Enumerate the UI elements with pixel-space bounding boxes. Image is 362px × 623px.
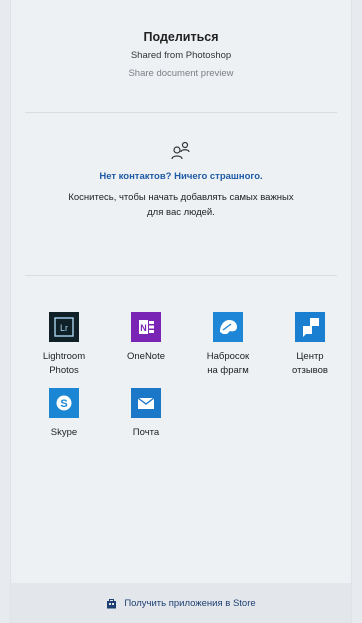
svg-text:N: N bbox=[140, 323, 147, 333]
app-lightroom-photos[interactable]: Lr Lightroom Photos bbox=[23, 312, 105, 378]
share-preview-link[interactable]: Share document preview bbox=[128, 68, 233, 79]
lightroom-icon: Lr bbox=[49, 312, 79, 342]
onenote-icon: N bbox=[131, 312, 161, 342]
app-label: Skype bbox=[23, 426, 105, 440]
apps-grid: Lr Lightroom Photos N OneNote Набросок н… bbox=[23, 312, 353, 440]
contacts-hint-line1: Коснитесь, чтобы начать добавлять самых … bbox=[68, 192, 294, 203]
app-mail[interactable]: Почта bbox=[105, 388, 187, 440]
contacts-hint-line2: для вас людей. bbox=[147, 207, 215, 218]
app-label: Центр отзывов bbox=[269, 350, 351, 378]
no-contacts-link[interactable]: Нет контактов? Ничего страшного. bbox=[11, 171, 351, 182]
snip-sketch-icon bbox=[213, 312, 243, 342]
divider-top bbox=[25, 112, 337, 113]
app-snip-sketch[interactable]: Набросок на фрагм bbox=[187, 312, 269, 378]
app-label-line2: на фрагм bbox=[207, 365, 249, 376]
share-panel: Поделиться Shared from Photoshop Share d… bbox=[10, 0, 352, 623]
store-icon bbox=[107, 598, 117, 608]
mail-icon bbox=[131, 388, 161, 418]
svg-text:S: S bbox=[60, 398, 67, 410]
share-subtitle: Shared from Photoshop bbox=[130, 50, 232, 61]
app-label: Набросок на фрагм bbox=[187, 350, 269, 378]
divider-middle bbox=[25, 275, 337, 276]
app-label-line1: Skype bbox=[50, 427, 78, 438]
app-onenote[interactable]: N OneNote bbox=[105, 312, 187, 378]
skype-icon: S bbox=[49, 388, 79, 418]
share-title: Поделиться bbox=[143, 30, 219, 44]
app-label: Lightroom Photos bbox=[23, 350, 105, 378]
store-link-label: Получить приложения в Store bbox=[124, 597, 256, 609]
app-label-line1: OneNote bbox=[126, 351, 166, 362]
app-label-line2: отзывов bbox=[292, 365, 328, 376]
app-label-line2: Photos bbox=[49, 365, 79, 376]
contacts-icon bbox=[171, 141, 190, 160]
feedback-hub-icon bbox=[295, 312, 325, 342]
share-header: Поделиться Shared from Photoshop Share d… bbox=[11, 0, 351, 81]
app-feedback-hub[interactable]: Центр отзывов bbox=[269, 312, 351, 378]
app-label-line1: Почта bbox=[132, 427, 160, 438]
contacts-section: Нет контактов? Ничего страшного. Косните… bbox=[11, 140, 351, 220]
app-label-line1: Lightroom bbox=[42, 351, 86, 362]
app-label: OneNote bbox=[105, 350, 187, 364]
app-label-line1: Набросок bbox=[206, 351, 250, 362]
app-skype[interactable]: S Skype bbox=[23, 388, 105, 440]
svg-text:Lr: Lr bbox=[60, 323, 68, 333]
contacts-hint: Коснитесь, чтобы начать добавлять самых … bbox=[11, 190, 351, 220]
app-label: Почта bbox=[105, 426, 187, 440]
get-apps-in-store-link[interactable]: Получить приложения в Store bbox=[11, 583, 351, 623]
app-label-line1: Центр bbox=[296, 351, 324, 362]
